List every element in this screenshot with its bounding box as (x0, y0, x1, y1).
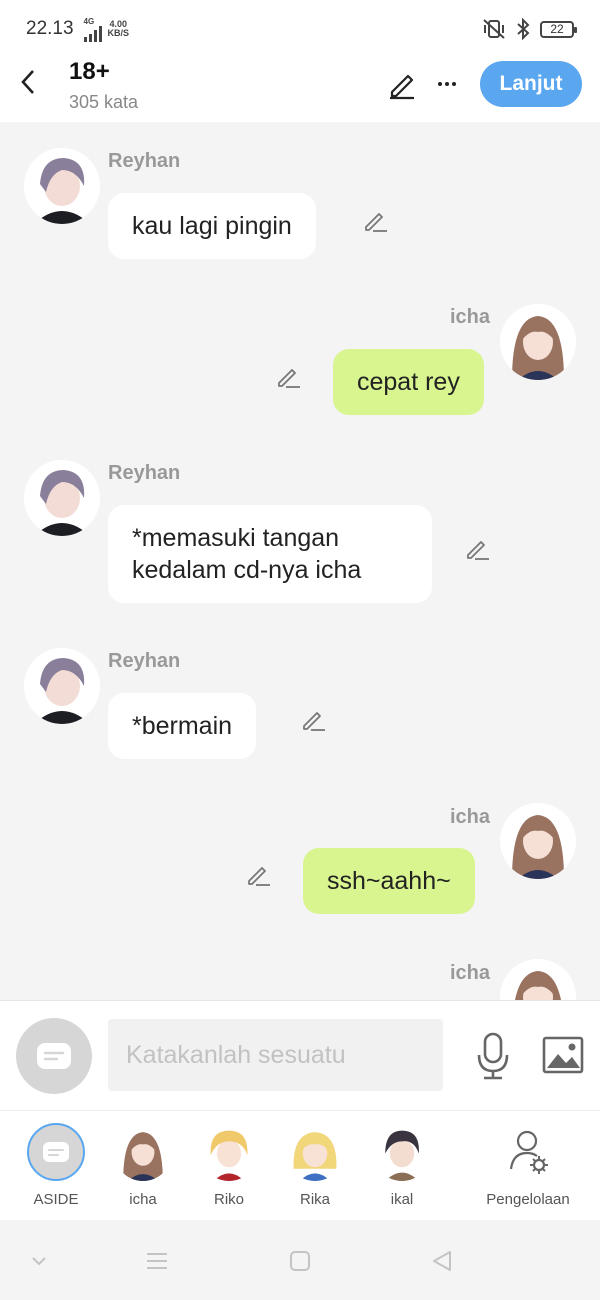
chat-bubble-icon (37, 1043, 71, 1069)
character-label: Pengelolaan (486, 1191, 570, 1208)
bluetooth-icon (517, 18, 530, 40)
character-rika[interactable]: Rika (275, 1123, 355, 1208)
edit-message-icon[interactable] (361, 206, 389, 234)
home-square-icon[interactable] (285, 1246, 315, 1276)
back-button[interactable] (14, 66, 42, 98)
network-type: 4G (83, 16, 95, 26)
message-bubble[interactable]: cepat rey (333, 349, 484, 415)
avatar-icha[interactable] (500, 959, 576, 1000)
character-avatar (114, 1123, 172, 1181)
avatar-reyhan[interactable] (24, 648, 100, 724)
back-triangle-icon[interactable] (428, 1246, 458, 1276)
avatar-icha[interactable] (500, 803, 576, 879)
edit-story-button[interactable] (386, 68, 418, 100)
edit-message-icon[interactable] (463, 534, 491, 562)
aside-avatar (27, 1123, 85, 1181)
edit-message-icon[interactable] (274, 362, 302, 390)
status-bar: 22.13 4G 4.00 KB/S 22 (0, 0, 600, 58)
manage-icon (499, 1123, 557, 1181)
message-bubble[interactable]: kau lagi pingin (108, 193, 316, 259)
next-button[interactable]: Lanjut (480, 61, 582, 107)
microphone-icon (477, 1032, 509, 1080)
chevron-down-icon[interactable] (24, 1246, 54, 1276)
message-bubble[interactable]: ssh~aahh~ (303, 848, 475, 914)
story-title: 18+ (69, 58, 110, 85)
image-upload-button[interactable] (542, 1036, 584, 1074)
character-label: Rika (299, 1191, 330, 1208)
character-label: ikal (390, 1191, 414, 1208)
app-header: 18+ 305 kata Lanjut (0, 58, 600, 122)
avatar-reyhan[interactable] (24, 148, 100, 224)
speaker-name: Reyhan (108, 650, 181, 672)
message-bubble[interactable]: *memasuki tangan kedalam cd-nya icha (108, 505, 432, 603)
word-count: 305 kata (69, 92, 139, 112)
avatar-icha[interactable] (500, 304, 576, 380)
character-avatar (373, 1123, 431, 1181)
speaker-name: icha (450, 806, 491, 828)
character-aside[interactable]: ASIDE (16, 1123, 96, 1208)
status-time: 22.13 (26, 18, 74, 39)
input-bar (0, 1000, 600, 1110)
battery-icon: 22 (540, 20, 577, 38)
more-options-button[interactable] (434, 68, 460, 100)
message-input[interactable] (108, 1019, 443, 1091)
speaker-name: Reyhan (108, 462, 181, 484)
system-nav-bar (0, 1220, 600, 1300)
edit-message-icon[interactable] (244, 860, 272, 888)
character-label: Riko (213, 1191, 244, 1208)
pencil-icon (390, 74, 414, 100)
chat-bubble-icon (43, 1142, 69, 1162)
character-avatar (200, 1123, 258, 1181)
character-bar: ASIDE icha Riko Rika ikal Pengelolaan (0, 1110, 600, 1220)
chat-area[interactable]: Reyhan kau lagi pingin icha cepat rey Re… (0, 122, 600, 1000)
menu-icon[interactable] (142, 1246, 172, 1276)
network-speed-unit: KB/S (107, 28, 130, 38)
message-line: *memasuki tangan (132, 524, 340, 552)
speaker-name: icha (450, 306, 491, 328)
character-ikal[interactable]: ikal (362, 1123, 442, 1208)
character-icha[interactable]: icha (103, 1123, 183, 1208)
signal-icon (83, 25, 102, 42)
vibrate-off-icon (483, 19, 505, 39)
character-label: icha (129, 1191, 157, 1208)
edit-message-icon[interactable] (299, 705, 327, 733)
network-indicator: 4G 4.00 KB/S (83, 16, 130, 42)
chevron-left-icon (21, 70, 34, 94)
voice-input-button[interactable] (474, 1031, 512, 1081)
character-avatar (286, 1123, 344, 1181)
image-icon (542, 1036, 584, 1074)
aside-toggle-button[interactable] (16, 1018, 92, 1094)
speaker-name: Reyhan (108, 150, 181, 172)
more-icon (438, 82, 442, 86)
character-riko[interactable]: Riko (189, 1123, 269, 1208)
speaker-name: icha (450, 962, 491, 984)
avatar-reyhan[interactable] (24, 460, 100, 536)
message-bubble[interactable]: *bermain (108, 693, 257, 759)
message-line: kedalam cd-nya icha (132, 556, 362, 584)
character-management[interactable]: Pengelolaan (477, 1123, 579, 1208)
character-label: ASIDE (33, 1191, 79, 1208)
